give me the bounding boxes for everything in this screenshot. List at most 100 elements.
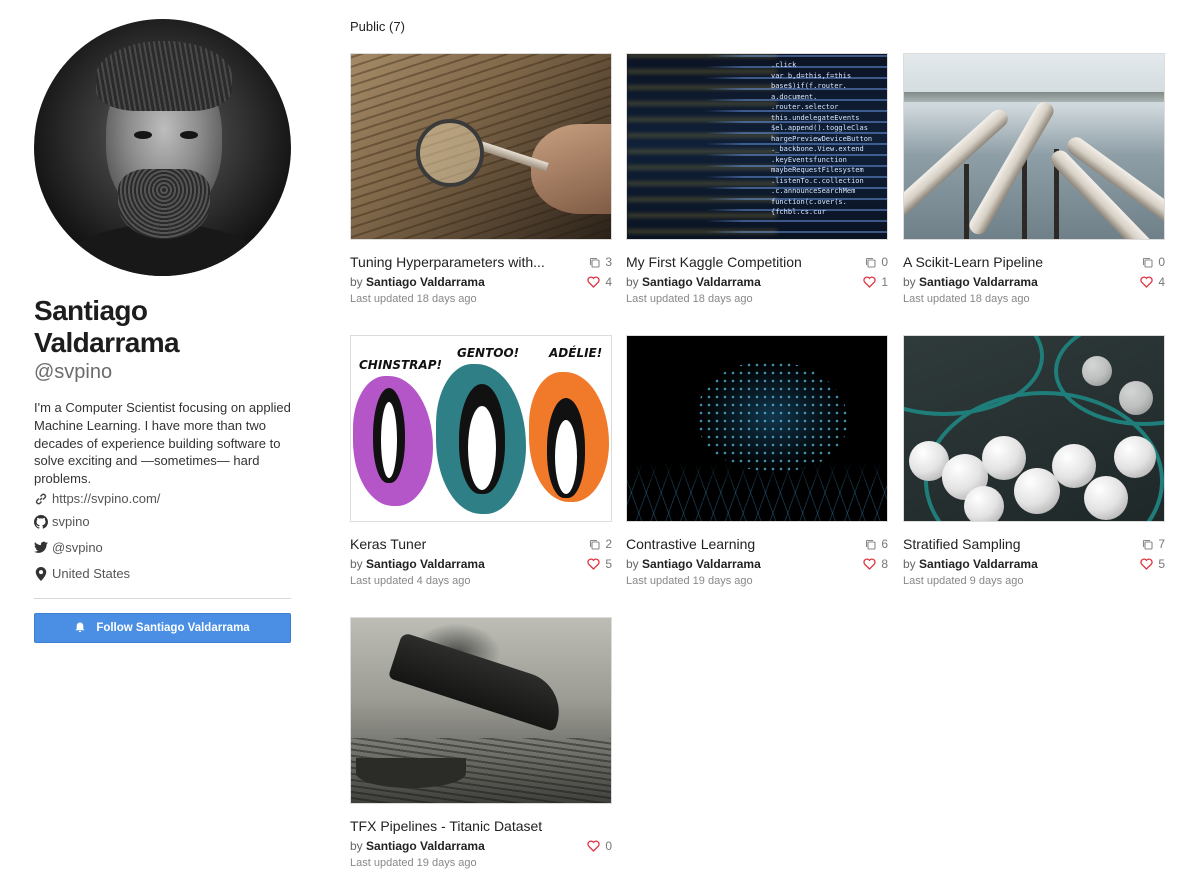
notebook-author: by Santiago Valdarrama <box>626 557 761 571</box>
copy-count: 0 <box>865 255 888 269</box>
author-link[interactable]: Santiago Valdarrama <box>366 557 485 571</box>
penguin-label: CHINSTRAP! <box>359 358 442 372</box>
pipes-image[interactable] <box>903 53 1165 240</box>
twitter-icon <box>34 541 48 555</box>
code-line: var b,d=this,f=this <box>771 71 852 80</box>
notebook-card[interactable]: TFX Pipelines - Titanic Dataset by Santi… <box>350 617 612 869</box>
code-line: .listenTo.c.collection <box>771 176 864 185</box>
notebook-title[interactable]: Keras Tuner <box>350 536 426 552</box>
code-line: a.document. <box>771 92 818 101</box>
copy-icon <box>865 539 876 550</box>
like-count[interactable]: 5 <box>1140 557 1165 571</box>
like-count[interactable]: 4 <box>1140 275 1165 289</box>
author-link[interactable]: Santiago Valdarrama <box>919 275 1038 289</box>
notebook-author: by Santiago Valdarrama <box>626 275 761 289</box>
twitter-row[interactable]: @svpino <box>34 535 291 561</box>
source-code-image[interactable]: .click var b,d=this,f=this base$)if(f.rout… <box>626 53 888 240</box>
sidebar-divider <box>34 597 291 599</box>
code-line: .c.announceSearchMem <box>771 187 856 195</box>
location-text: United States <box>52 566 131 582</box>
profile-name: Santiago Valdarrama <box>34 295 180 358</box>
last-updated: Last updated 18 days ago <box>350 293 477 305</box>
twitter-link[interactable]: @svpino <box>52 540 103 555</box>
author-link[interactable]: Santiago Valdarrama <box>919 557 1038 571</box>
github-link[interactable]: svpino <box>52 514 90 529</box>
heart-icon[interactable] <box>587 558 600 570</box>
notebook-title[interactable]: Stratified Sampling <box>903 536 1021 552</box>
code-line: this.undelegateEvents <box>771 113 860 122</box>
copy-icon <box>865 257 876 268</box>
code-line: .keyEventsfunction <box>771 155 847 164</box>
last-updated: Last updated 18 days ago <box>626 293 753 305</box>
code-line: maybeRequestFilesystem <box>771 166 864 174</box>
code-line: .router.selector <box>771 103 839 111</box>
github-icon <box>34 514 48 529</box>
notebook-title[interactable]: TFX Pipelines - Titanic Dataset <box>350 818 542 834</box>
author-link[interactable]: Santiago Valdarrama <box>642 275 761 289</box>
github-row[interactable]: svpino <box>34 509 291 535</box>
notebook-card[interactable]: Stratified Sampling 7 by Santiago Valdar… <box>903 335 1165 587</box>
code-line: {fchbl.cs.cur <box>771 208 826 216</box>
golf-balls-image[interactable] <box>903 335 1165 522</box>
notebook-title[interactable]: Contrastive Learning <box>626 536 755 552</box>
location-row: United States <box>34 561 291 587</box>
bell-icon <box>75 622 85 633</box>
copy-count: 7 <box>1142 537 1165 551</box>
author-link[interactable]: Santiago Valdarrama <box>366 275 485 289</box>
heart-icon[interactable] <box>1140 558 1153 570</box>
titanic-image[interactable] <box>350 617 612 804</box>
code-line: $el.append().toggleClas <box>771 124 868 132</box>
like-count[interactable]: 5 <box>587 557 612 571</box>
code-text: .click var b,d=this,f=this base$)if(f.rout… <box>771 60 881 218</box>
link-icon <box>34 492 48 506</box>
copy-icon <box>589 539 600 550</box>
code-line: base$)if(f.router. <box>771 82 847 90</box>
heart-icon[interactable] <box>587 840 600 852</box>
notebook-card[interactable]: A Scikit-Learn Pipeline 0 by Santiago Va… <box>903 53 1165 305</box>
code-line: function(c.over(s. <box>771 197 847 206</box>
last-updated: Last updated 19 days ago <box>626 575 753 587</box>
code-line: ._backbone.View.extend <box>771 145 864 153</box>
last-updated: Last updated 4 days ago <box>350 575 471 587</box>
copy-icon <box>589 257 600 268</box>
notebook-title[interactable]: A Scikit-Learn Pipeline <box>903 254 1043 270</box>
profile-sidebar: Santiago Valdarrama @svpino I'm a Comput… <box>34 19 291 643</box>
copy-count: 6 <box>865 537 888 551</box>
brain-network-image[interactable] <box>626 335 888 522</box>
notebook-card[interactable]: CHINSTRAP! GENTOO! ADÉLIE! Keras Tuner 2… <box>350 335 612 587</box>
penguin-label: GENTOO! <box>457 346 520 360</box>
magnifying-glass-image[interactable] <box>350 53 612 240</box>
like-count[interactable]: 4 <box>587 275 612 289</box>
website-link[interactable]: https://svpino.com/ <box>52 491 160 506</box>
location-pin-icon <box>34 566 48 581</box>
like-count[interactable]: 8 <box>863 557 888 571</box>
notebook-author: by Santiago Valdarrama <box>350 839 485 853</box>
notebook-card[interactable]: .click var b,d=this,f=this base$)if(f.rout… <box>626 53 888 305</box>
notebook-title[interactable]: Tuning Hyperparameters with... <box>350 254 545 270</box>
heart-icon[interactable] <box>863 276 876 288</box>
copy-icon <box>1142 257 1153 268</box>
notebook-title[interactable]: My First Kaggle Competition <box>626 254 802 270</box>
website-row[interactable]: https://svpino.com/ <box>34 489 291 509</box>
penguins-image[interactable]: CHINSTRAP! GENTOO! ADÉLIE! <box>350 335 612 522</box>
notebook-author: by Santiago Valdarrama <box>903 557 1038 571</box>
profile-bio: I'm a Computer Scientist focusing on app… <box>34 400 291 487</box>
notebook-card[interactable]: Tuning Hyperparameters with... 3 by Sant… <box>350 53 612 305</box>
author-link[interactable]: Santiago Valdarrama <box>642 557 761 571</box>
heart-icon[interactable] <box>587 276 600 288</box>
copy-count: 2 <box>589 537 612 551</box>
follow-button[interactable]: Follow Santiago Valdarrama <box>34 612 291 643</box>
last-updated: Last updated 18 days ago <box>903 293 1030 305</box>
heart-icon[interactable] <box>863 558 876 570</box>
notebook-card[interactable]: Contrastive Learning 6 by Santiago Valda… <box>626 335 888 587</box>
follow-button-label: Follow Santiago Valdarrama <box>96 621 250 634</box>
copy-count: 3 <box>589 255 612 269</box>
like-count[interactable]: 0 <box>587 839 612 853</box>
last-updated: Last updated 19 days ago <box>350 857 477 869</box>
notebook-author: by Santiago Valdarrama <box>903 275 1038 289</box>
author-link[interactable]: Santiago Valdarrama <box>366 839 485 853</box>
heart-icon[interactable] <box>1140 276 1153 288</box>
like-count[interactable]: 1 <box>863 275 888 289</box>
notebook-author: by Santiago Valdarrama <box>350 275 485 289</box>
last-updated: Last updated 9 days ago <box>903 575 1024 587</box>
